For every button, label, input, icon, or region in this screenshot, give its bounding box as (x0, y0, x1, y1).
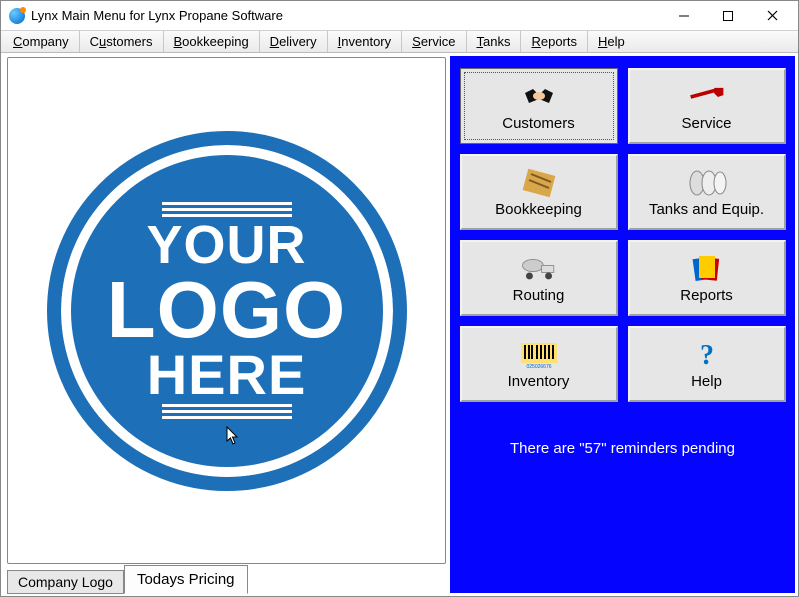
help-icon: ? (687, 339, 727, 371)
truck-icon (519, 253, 559, 285)
bookkeeping-button[interactable]: Bookkeeping (460, 154, 618, 230)
reports-icon (687, 253, 727, 285)
tab-company-logo[interactable]: Company Logo (7, 570, 124, 594)
reports-label: Reports (680, 287, 733, 304)
wrench-icon (687, 81, 727, 113)
menu-customers[interactable]: Customers (80, 31, 164, 52)
inventory-label: Inventory (508, 373, 570, 390)
logo-text-1: YOUR (146, 220, 306, 271)
minimize-button[interactable] (662, 2, 706, 30)
service-button[interactable]: Service (628, 68, 786, 144)
titlebar: Lynx Main Menu for Lynx Propane Software (1, 1, 798, 31)
ledger-icon (519, 167, 559, 199)
menu-delivery[interactable]: Delivery (260, 31, 328, 52)
menu-help[interactable]: Help (588, 31, 635, 52)
tanks-equip-button[interactable]: Tanks and Equip. (628, 154, 786, 230)
left-panel: YOUR LOGO HERE Company Logo Todays Prici… (1, 53, 448, 596)
tanks-equip-label: Tanks and Equip. (649, 201, 764, 218)
menu-tanks[interactable]: Tanks (467, 31, 522, 52)
customers-button[interactable]: Customers (460, 68, 618, 144)
maximize-button[interactable] (706, 2, 750, 30)
logo-frame: YOUR LOGO HERE (7, 57, 446, 564)
svg-text:?: ? (700, 340, 714, 370)
menu-bookkeeping[interactable]: Bookkeeping (164, 31, 260, 52)
routing-button[interactable]: Routing (460, 240, 618, 316)
right-panel: Customers Service (450, 56, 795, 593)
svg-text:025026676: 025026676 (526, 364, 551, 369)
tabs: Company Logo Todays Pricing (7, 566, 446, 594)
logo-text-3: HERE (147, 348, 307, 401)
close-button[interactable] (750, 2, 794, 30)
menubar: Company Customers Bookkeeping Delivery I… (1, 31, 798, 53)
menu-inventory[interactable]: Inventory (328, 31, 403, 52)
window-title: Lynx Main Menu for Lynx Propane Software (31, 8, 662, 23)
cursor-icon (226, 426, 240, 446)
menu-service[interactable]: Service (402, 31, 466, 52)
handshake-icon (519, 81, 559, 113)
app-icon (9, 8, 25, 24)
menu-reports[interactable]: Reports (521, 31, 588, 52)
customers-label: Customers (502, 115, 575, 132)
help-label: Help (691, 373, 722, 390)
inventory-button[interactable]: 025026676 Inventory (460, 326, 618, 402)
reminder-text: There are "57" reminders pending (510, 440, 735, 457)
menu-company[interactable]: Company (3, 31, 80, 52)
tab-todays-pricing[interactable]: Todays Pricing (124, 565, 248, 594)
routing-label: Routing (513, 287, 565, 304)
help-button[interactable]: ? Help (628, 326, 786, 402)
barcode-icon: 025026676 (519, 339, 559, 371)
bookkeeping-label: Bookkeeping (495, 201, 582, 218)
reports-button[interactable]: Reports (628, 240, 786, 316)
tanks-icon (687, 167, 727, 199)
logo-text-2: LOGO (107, 272, 347, 348)
service-label: Service (681, 115, 731, 132)
